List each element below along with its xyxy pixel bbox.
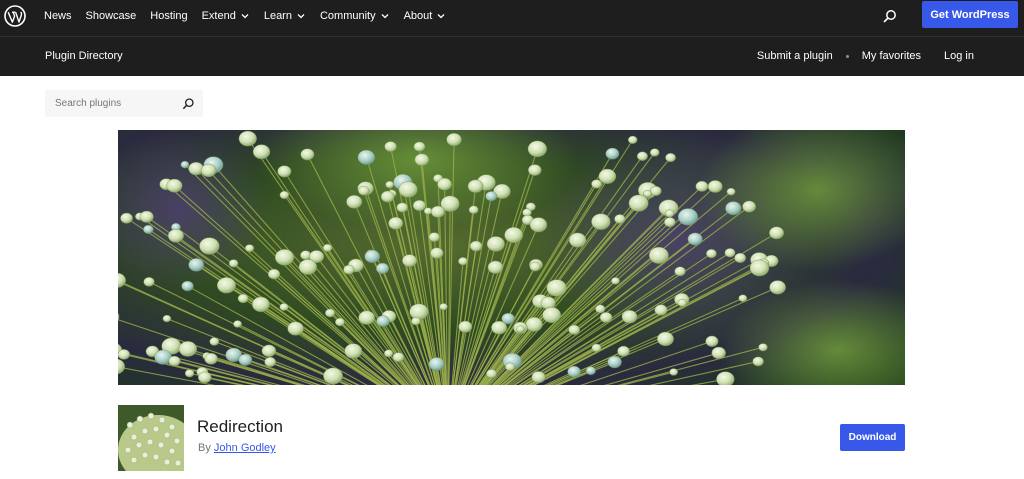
plugin-banner-image: [118, 130, 905, 385]
search-icon[interactable]: [182, 97, 195, 110]
search-input[interactable]: [45, 90, 175, 117]
chevron-down-icon: [381, 14, 389, 19]
nav-item-about[interactable]: About: [397, 1, 454, 31]
author-link[interactable]: John Godley: [214, 442, 276, 454]
chevron-down-icon: [241, 14, 249, 19]
nav-label: About: [403, 10, 433, 22]
nav-label: Hosting: [150, 10, 188, 22]
nav-item-showcase[interactable]: Showcase: [79, 1, 144, 31]
allium-flower-image: [118, 130, 905, 385]
my-favorites-link[interactable]: My favorites: [862, 50, 921, 62]
nav-label: Showcase: [85, 10, 137, 22]
nav-item-community[interactable]: Community: [313, 1, 397, 31]
local-header: Plugin Directory Submit a plugin My favo…: [0, 36, 1024, 76]
author-prefix: By: [198, 442, 211, 454]
plugin-author: By John Godley: [198, 442, 276, 454]
chevron-down-icon: [437, 14, 445, 19]
nav-item-learn[interactable]: Learn: [257, 1, 313, 31]
log-in-link[interactable]: Log in: [944, 50, 974, 62]
nav-item-extend[interactable]: Extend: [195, 1, 257, 31]
nav-item-hosting[interactable]: Hosting: [143, 1, 194, 31]
search-icon[interactable]: [882, 8, 898, 24]
nav-item-news[interactable]: News: [37, 1, 79, 31]
nav-label: Extend: [201, 10, 236, 22]
plugin-directory-link[interactable]: Plugin Directory: [45, 50, 123, 62]
submit-plugin-link[interactable]: Submit a plugin: [757, 50, 833, 62]
separator-dot: [845, 54, 849, 58]
get-wordpress-button[interactable]: Get WordPress: [922, 1, 1018, 28]
plugin-icon: [118, 405, 184, 471]
nav-label: Learn: [263, 10, 292, 22]
plugin-icon-image: [118, 405, 184, 471]
local-nav: Submit a plugin My favorites Log in: [757, 50, 974, 62]
main-nav: News Showcase Hosting Extend Learn Commu…: [37, 0, 453, 32]
global-header: News Showcase Hosting Extend Learn Commu…: [0, 0, 1024, 36]
plugin-search-form: [45, 90, 203, 117]
nav-label: News: [44, 10, 72, 22]
wordpress-logo-icon[interactable]: [4, 5, 26, 27]
plugin-title: Redirection: [197, 417, 283, 436]
download-button[interactable]: Download: [840, 424, 905, 451]
chevron-down-icon: [297, 14, 305, 19]
nav-label: Community: [319, 10, 376, 22]
